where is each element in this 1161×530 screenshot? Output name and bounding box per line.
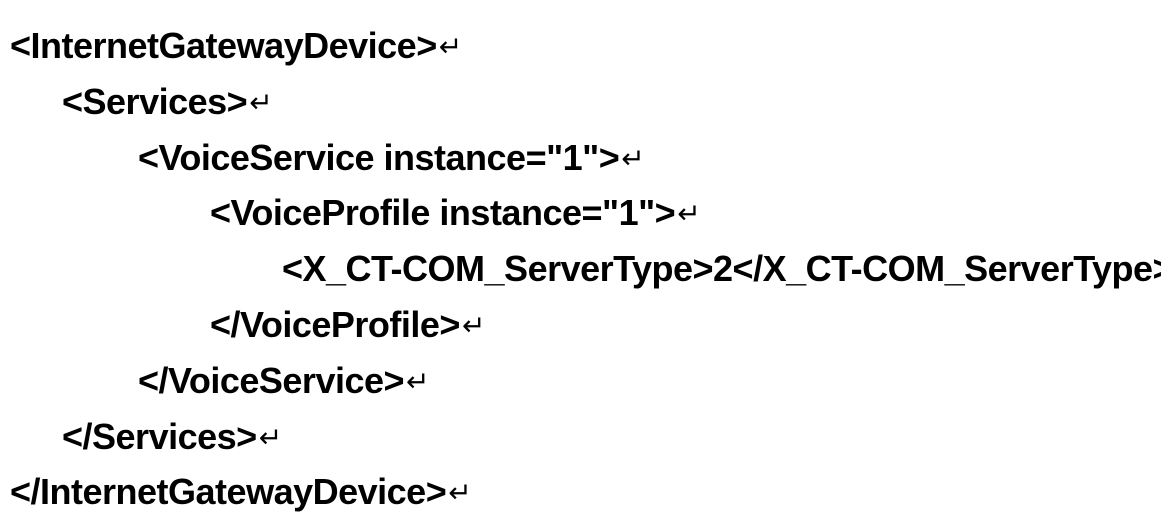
xml-text: </VoiceService> bbox=[138, 360, 404, 401]
xml-text: <VoiceService instance="1"> bbox=[138, 137, 619, 178]
return-icon: ↵ bbox=[259, 416, 282, 459]
xml-line-voiceservice-open: <VoiceService instance="1">↵ bbox=[10, 130, 1151, 186]
return-icon: ↵ bbox=[621, 137, 644, 180]
xml-text: </Services> bbox=[62, 416, 257, 457]
return-icon: ↵ bbox=[249, 81, 272, 124]
return-icon: ↵ bbox=[462, 304, 485, 347]
return-icon: ↵ bbox=[439, 25, 462, 68]
return-icon: ↵ bbox=[406, 360, 429, 403]
xml-line-voiceprofile-close: </VoiceProfile>↵ bbox=[10, 297, 1151, 353]
xml-text: </VoiceProfile> bbox=[210, 304, 460, 345]
xml-text: <Services> bbox=[62, 81, 247, 122]
return-icon: ↵ bbox=[448, 471, 471, 514]
xml-line-services-close: </Services>↵ bbox=[10, 409, 1151, 465]
xml-line-services-open: <Services>↵ bbox=[10, 74, 1151, 130]
xml-snippet: <InternetGatewayDevice>↵ <Services>↵ <Vo… bbox=[0, 0, 1161, 530]
xml-line-root-close: </InternetGatewayDevice>↵ bbox=[10, 464, 1151, 520]
xml-text: <InternetGatewayDevice> bbox=[10, 25, 437, 66]
return-icon: ↵ bbox=[677, 192, 700, 235]
xml-line-voiceservice-close: </VoiceService>↵ bbox=[10, 353, 1151, 409]
xml-line-root-open: <InternetGatewayDevice>↵ bbox=[10, 18, 1151, 74]
xml-text: <VoiceProfile instance="1"> bbox=[210, 192, 675, 233]
xml-line-servertype: <X_CT-COM_ServerType>2</X_CT-COM_ServerT… bbox=[10, 241, 1151, 297]
xml-line-voiceprofile-open: <VoiceProfile instance="1">↵ bbox=[10, 185, 1151, 241]
xml-text: <X_CT-COM_ServerType>2</X_CT-COM_ServerT… bbox=[282, 248, 1161, 289]
xml-text: </InternetGatewayDevice> bbox=[10, 471, 446, 512]
